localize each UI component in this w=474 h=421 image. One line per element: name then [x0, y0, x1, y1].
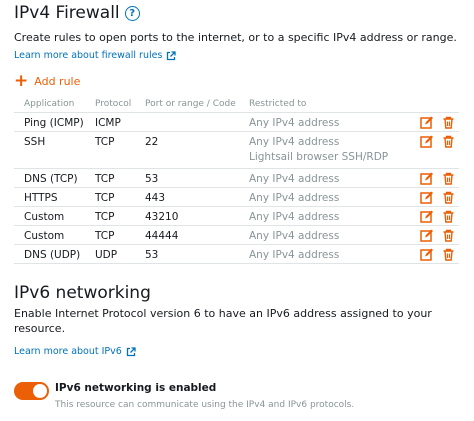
- rule-port: 22: [145, 136, 159, 148]
- table-body: Ping (ICMP) ICMP Any IPv4 address SSH TC…: [14, 113, 459, 264]
- delete-icon[interactable]: [442, 210, 455, 223]
- ipv6-toggle-label: IPv6 networking is enabled: [55, 382, 217, 394]
- rule-restricted: Any IPv4 address: [249, 207, 409, 223]
- external-link-icon: [167, 50, 177, 60]
- ipv4-firewall-title: IPv4 Firewall: [14, 3, 120, 23]
- table-row: DNS (UDP) UDP 53 Any IPv4 address: [14, 245, 459, 264]
- rule-protocol: UDP: [95, 249, 118, 261]
- delete-icon[interactable]: [442, 135, 455, 148]
- rule-protocol: TCP: [95, 230, 115, 242]
- learn-more-firewall-label[interactable]: Learn more about firewall rules: [14, 50, 162, 61]
- rule-restricted-value: Any IPv4 address: [249, 136, 340, 148]
- rule-application: Custom: [24, 230, 65, 242]
- rule-application: DNS (TCP): [24, 173, 78, 185]
- ipv6-toggle-container: IPv6 networking is enabled This resource…: [14, 382, 354, 410]
- delete-icon[interactable]: [442, 191, 455, 204]
- delete-icon[interactable]: [442, 116, 455, 129]
- edit-icon[interactable]: [420, 210, 433, 223]
- rule-restricted: Any IPv4 address: [249, 113, 409, 129]
- rule-port: 53: [145, 249, 159, 261]
- delete-icon[interactable]: [442, 229, 455, 242]
- rule-application: SSH: [24, 136, 46, 148]
- column-header-port: Port or range / Code: [145, 98, 236, 109]
- delete-icon[interactable]: [442, 248, 455, 261]
- rule-restricted: Any IPv4 address: [249, 226, 409, 242]
- edit-icon[interactable]: [420, 172, 433, 185]
- rule-restricted-sub: Lightsail browser SSH/RDP: [249, 151, 389, 163]
- plus-icon: +: [14, 71, 29, 91]
- rule-application: Custom: [24, 211, 65, 223]
- table-header: Application Protocol Port or range / Cod…: [14, 95, 459, 113]
- table-row: Ping (ICMP) ICMP Any IPv4 address: [14, 113, 459, 132]
- ipv6-toggle[interactable]: [14, 382, 49, 400]
- rule-restricted-value: Any IPv4 address: [249, 230, 340, 242]
- help-icon[interactable]: ?: [124, 5, 140, 21]
- rule-port: [145, 113, 249, 117]
- add-rule-label[interactable]: Add rule: [34, 75, 80, 88]
- rule-protocol: TCP: [95, 211, 115, 223]
- learn-more-firewall-link[interactable]: Learn more about firewall rules: [14, 50, 177, 61]
- rule-restricted-value: Any IPv4 address: [249, 211, 340, 223]
- learn-more-ipv6-link[interactable]: Learn more about IPv6: [14, 346, 136, 357]
- rule-protocol: TCP: [95, 136, 115, 148]
- rule-application: HTTPS: [24, 192, 58, 204]
- rule-protocol: ICMP: [95, 117, 121, 129]
- table-row: HTTPS TCP 443 Any IPv4 address: [14, 188, 459, 207]
- edit-icon[interactable]: [420, 191, 433, 204]
- rule-restricted: Any IPv4 address Lightsail browser SSH/R…: [249, 132, 409, 163]
- rule-port: 53: [145, 173, 159, 185]
- rule-restricted-value: Any IPv4 address: [249, 249, 340, 261]
- rule-protocol: TCP: [95, 173, 115, 185]
- rule-restricted-value: Any IPv4 address: [249, 192, 340, 204]
- edit-icon[interactable]: [420, 116, 433, 129]
- table-row: Custom TCP 43210 Any IPv4 address: [14, 207, 459, 226]
- rule-restricted: Any IPv4 address: [249, 188, 409, 204]
- column-header-restricted: Restricted to: [249, 98, 307, 109]
- rule-port: 443: [145, 192, 166, 204]
- table-row: SSH TCP 22 Any IPv4 address Lightsail br…: [14, 132, 459, 169]
- edit-icon[interactable]: [420, 248, 433, 261]
- toggle-knob: [33, 384, 47, 398]
- rule-restricted-value: Any IPv4 address: [249, 173, 340, 185]
- column-header-application: Application: [24, 98, 75, 109]
- firewall-rules-table: Application Protocol Port or range / Cod…: [14, 95, 459, 264]
- edit-icon[interactable]: [420, 135, 433, 148]
- rule-port: 44444: [145, 230, 179, 242]
- learn-more-ipv6-label[interactable]: Learn more about IPv6: [14, 346, 122, 357]
- ipv6-networking-title: IPv6 networking: [14, 283, 151, 303]
- rule-restricted: Any IPv4 address: [249, 245, 409, 261]
- external-link-icon: [126, 346, 136, 356]
- delete-icon[interactable]: [442, 172, 455, 185]
- table-row: Custom TCP 44444 Any IPv4 address: [14, 226, 459, 245]
- rule-port: 43210: [145, 211, 179, 223]
- edit-icon[interactable]: [420, 229, 433, 242]
- table-row: DNS (TCP) TCP 53 Any IPv4 address: [14, 169, 459, 188]
- column-header-protocol: Protocol: [95, 98, 132, 109]
- rule-application: DNS (UDP): [24, 249, 81, 261]
- rule-application: Ping (ICMP): [24, 117, 84, 129]
- ipv6-description-line1: Enable Internet Protocol version 6 to ha…: [14, 307, 432, 320]
- ipv6-toggle-description: This resource can communicate using the …: [55, 400, 355, 410]
- rule-protocol: TCP: [95, 192, 115, 204]
- ipv6-description-line2: resource.: [14, 322, 66, 335]
- rule-restricted-value: Any IPv4 address: [249, 117, 340, 129]
- ipv4-description: Create rules to open ports to the intern…: [14, 31, 457, 44]
- rule-restricted: Any IPv4 address: [249, 169, 409, 185]
- ipv4-firewall-heading: IPv4 Firewall ?: [14, 3, 140, 23]
- add-rule-button[interactable]: + Add rule: [14, 73, 80, 90]
